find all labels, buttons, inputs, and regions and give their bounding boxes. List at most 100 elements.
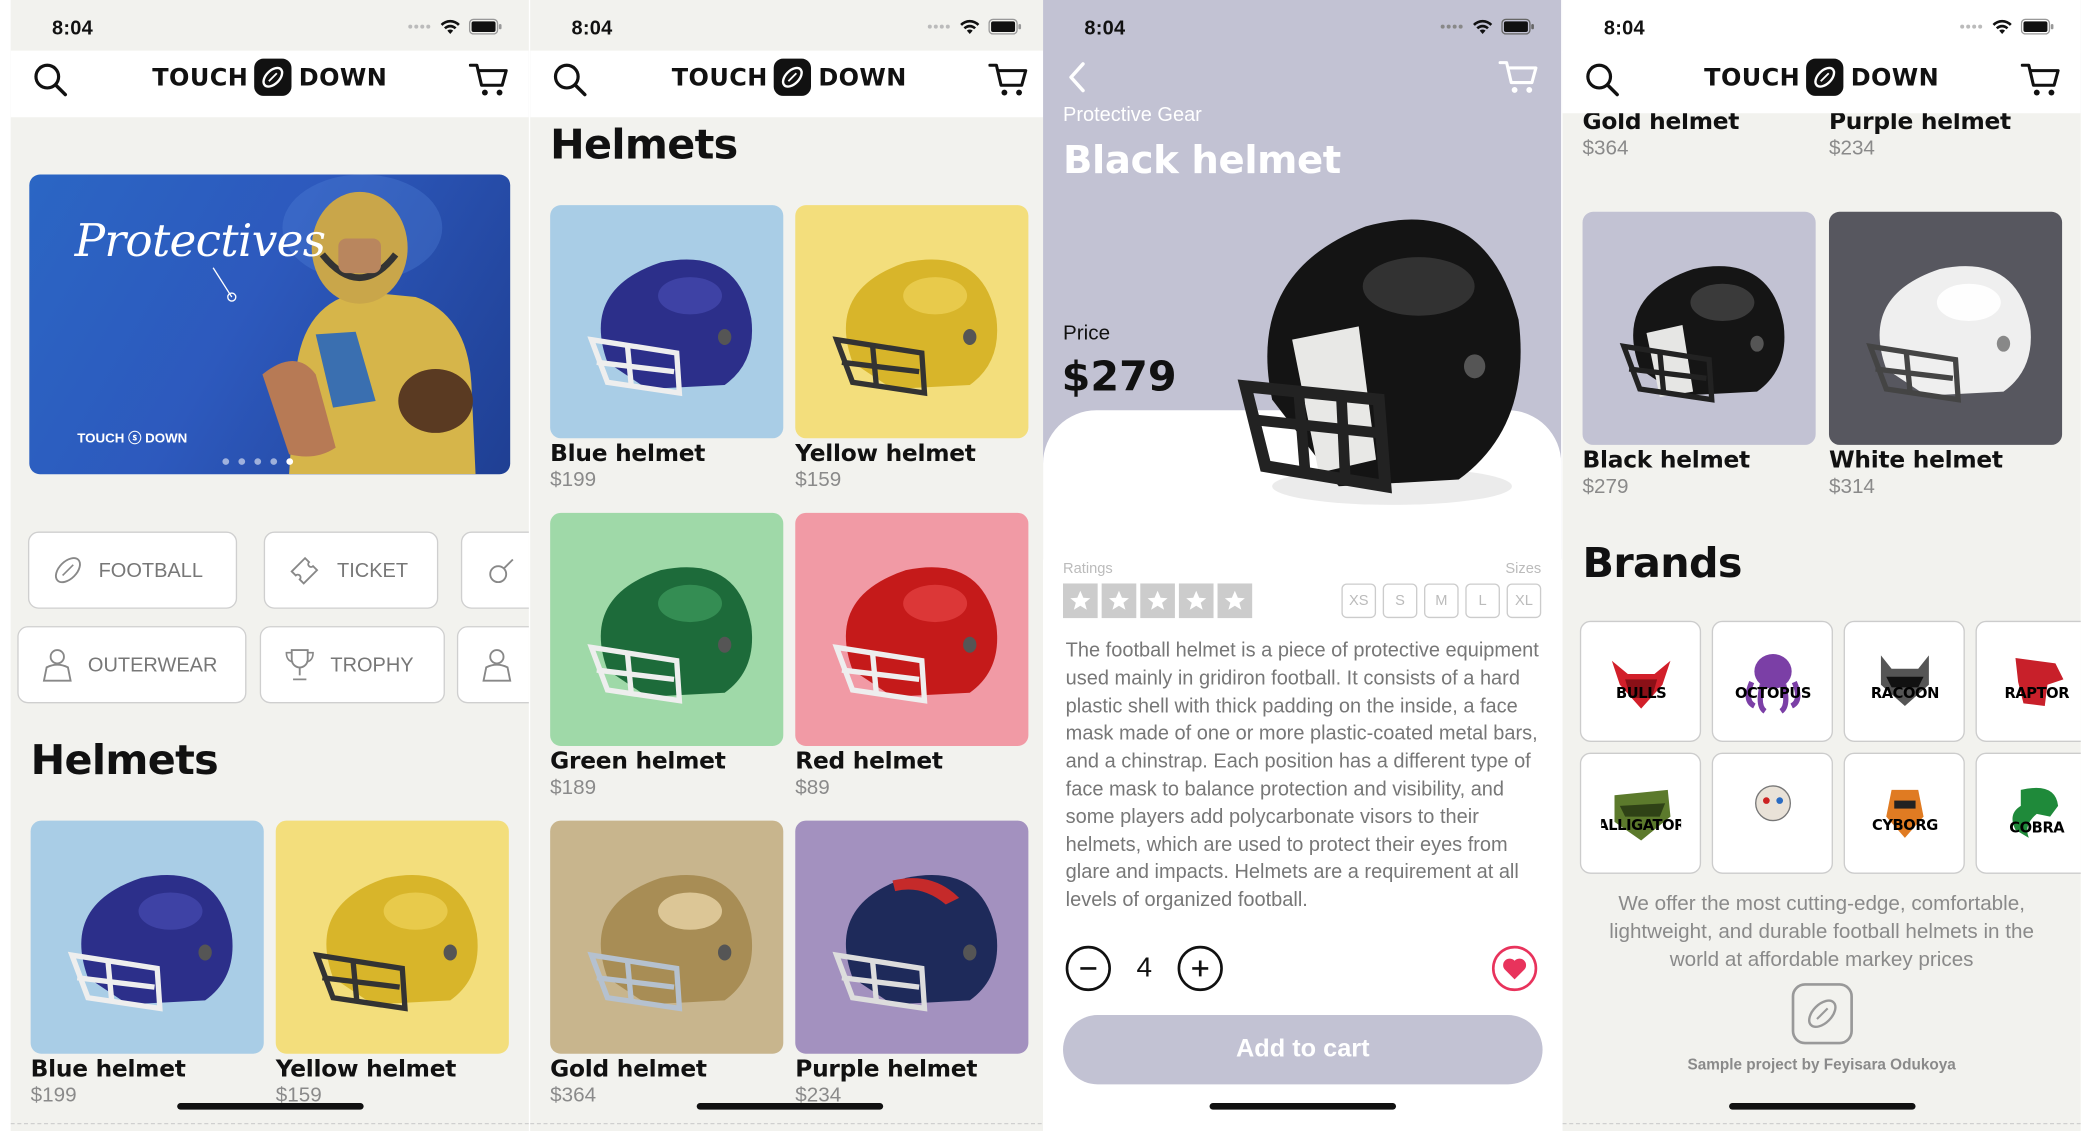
brand-logo-bulls[interactable]: BULLS <box>1579 620 1702 742</box>
banner-logo: TOUCH ⓢ DOWN <box>77 431 188 447</box>
logo-text-left: TOUCH <box>671 63 768 92</box>
wifi-icon <box>1992 19 2012 34</box>
search-icon[interactable] <box>1581 59 1624 102</box>
trophy-icon <box>285 649 314 681</box>
cart-icon[interactable] <box>468 59 511 102</box>
brand-logo-octopus[interactable]: OCTOPUS <box>1711 620 1833 742</box>
status-bar: 8:04 <box>1043 0 1561 53</box>
status-bar: 8:04 <box>11 0 529 53</box>
product-card[interactable]: Red helmet $89 <box>795 512 1029 801</box>
product-card[interactable]: White helmet $314 <box>1828 211 2063 500</box>
product-card[interactable]: Blue helmet $199 <box>550 205 784 493</box>
size-option[interactable]: M <box>1424 583 1459 619</box>
star-icon[interactable] <box>1178 583 1214 619</box>
product-title: Black helmet <box>1063 137 1341 183</box>
whistle-icon <box>489 558 514 584</box>
product-card[interactable]: Blue helmet $199 <box>30 820 264 1109</box>
status-time: 8:04 <box>1603 17 1645 40</box>
size-option[interactable]: XS <box>1341 583 1377 619</box>
product-card[interactable]: Green helmet $189 <box>550 512 784 801</box>
player-icon <box>482 649 512 682</box>
category-chip-outerwear[interactable]: OUTERWEAR <box>17 626 247 704</box>
cart-icon[interactable] <box>987 59 1030 102</box>
star-icon[interactable] <box>1217 583 1253 619</box>
carousel-dots[interactable] <box>222 458 294 465</box>
back-chevron-icon[interactable] <box>1056 56 1099 99</box>
product-price: $159 <box>795 468 842 492</box>
product-card[interactable]: Yellow helmet $159 <box>795 205 1029 493</box>
chip-label: TICKET <box>337 558 409 582</box>
logo-text-left: TOUCH <box>152 63 249 92</box>
brand-name: RAPTOR <box>2004 684 2069 701</box>
helmet-icon <box>831 258 997 396</box>
category-chip-football[interactable]: FOOTBALL <box>27 531 238 609</box>
logo-text-left: TOUCH <box>1704 63 1801 92</box>
category-chip-ticket[interactable]: TICKET <box>263 531 439 609</box>
brand-logo-racoon[interactable]: RACOON <box>1843 620 1965 742</box>
brand-logo-alligator[interactable]: ALLIGATOR <box>1579 752 1702 874</box>
product-price: $89 <box>795 776 830 800</box>
rating-stars[interactable] <box>1063 583 1253 619</box>
logo-text-right: DOWN <box>1850 63 1940 92</box>
product-card[interactable]: Black helmet $279 <box>1582 211 1816 500</box>
star-icon[interactable] <box>1140 583 1175 619</box>
search-icon[interactable] <box>549 59 592 102</box>
search-icon[interactable] <box>29 59 72 102</box>
voodoo-logo-icon: VOODOO <box>1737 784 1808 836</box>
chip-label: FOOTBALL <box>98 558 203 582</box>
size-option[interactable]: S <box>1382 583 1418 619</box>
home-screen: 8:04 TOUCH DOWN Protectives TOUCH ⓢ DOWN <box>10 0 529 1131</box>
cobra-logo-icon: COBRA <box>2009 787 2065 838</box>
promo-banner[interactable]: Protectives TOUCH ⓢ DOWN <box>29 174 511 475</box>
wifi-icon <box>1473 19 1493 34</box>
category-chip-more[interactable] <box>460 531 529 609</box>
star-icon[interactable] <box>1063 583 1098 619</box>
quantity-stepper: 4 <box>1065 945 1223 992</box>
increase-quantity-button[interactable] <box>1177 945 1223 992</box>
brand-logo-raptor[interactable]: RAPTOR <box>1975 620 2081 742</box>
product-card[interactable]: Yellow helmet $159 <box>275 820 509 1109</box>
divider <box>530 1122 1049 1125</box>
category-chip-partial[interactable]: F <box>456 626 529 704</box>
helmet-image <box>1237 219 1521 505</box>
status-time: 8:04 <box>1084 17 1126 40</box>
brand-name: OCTOPUS <box>1734 684 1810 701</box>
brand-logo-cyborg[interactable]: CYBORG <box>1843 752 1965 874</box>
alligator-logo-icon: ALLIGATOR <box>1601 789 1680 840</box>
add-to-cart-button[interactable]: Add to cart <box>1063 1015 1543 1085</box>
battery-icon <box>468 18 502 35</box>
brand-logo-cobra[interactable]: COBRA <box>1975 752 2081 874</box>
section-title-brands: Brands <box>1582 539 1743 588</box>
home-indicator <box>1208 1102 1396 1110</box>
racoon-logo-icon: RACOON <box>1870 654 1939 706</box>
product-name: Gold helmet <box>550 1056 707 1083</box>
size-option[interactable]: XL <box>1506 583 1542 619</box>
status-icons <box>408 18 503 35</box>
size-selector: XS S M L XL <box>1341 583 1542 619</box>
favorite-heart-icon[interactable] <box>1491 945 1538 992</box>
football-logo-icon <box>254 58 293 96</box>
product-price: $314 <box>1828 475 1875 499</box>
category-chip-trophy[interactable]: TROPHY <box>259 626 445 704</box>
sample-credit: Sample project by Feyisara Odukoya <box>1687 1057 1956 1074</box>
cart-icon[interactable] <box>2019 59 2062 102</box>
size-option[interactable]: L <box>1465 583 1500 619</box>
helmet-icon <box>1865 265 2031 403</box>
signal-icon <box>1960 24 1983 29</box>
battery-icon <box>988 18 1022 35</box>
decrease-quantity-button[interactable] <box>1065 945 1111 992</box>
product-card[interactable]: Gold helmet $364 <box>550 820 784 1109</box>
product-card[interactable]: Purple helmet $234 <box>795 820 1029 1109</box>
product-price: $189 <box>550 776 597 800</box>
brand-name: CYBORG <box>1871 816 1937 833</box>
cart-icon[interactable] <box>1497 56 1540 99</box>
section-title-helmets: Helmets <box>30 736 219 785</box>
status-bar: 8:04 <box>1562 0 2081 54</box>
price-value: $279 <box>1061 353 1177 401</box>
app-logo: TOUCH DOWN <box>1704 58 1940 96</box>
brand-logo-voodoo[interactable]: VOODOO <box>1711 752 1833 874</box>
app-header: TOUCH DOWN <box>530 50 1049 118</box>
product-image <box>1828 211 2063 445</box>
star-icon[interactable] <box>1101 583 1137 619</box>
octopus-logo-icon: OCTOPUS <box>1734 653 1811 713</box>
